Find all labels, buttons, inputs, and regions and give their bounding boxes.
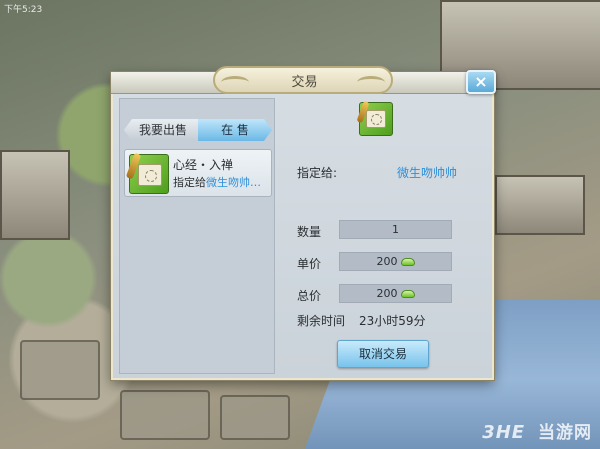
cancel-trade-button[interactable]: 取消交易 [337, 340, 429, 368]
floor-tile [220, 395, 290, 440]
watermark: 3HE 当游网 [482, 418, 592, 443]
unit-price-value: 200 [376, 255, 398, 268]
detail-panel: 指定给: 微生吻帅帅 数量 1 单价 200 总价 200 剩余时间 23小时5… [281, 98, 490, 374]
currency-ingot-icon [400, 258, 415, 266]
scroll-glyph [138, 164, 162, 186]
scroll-glyph [366, 110, 386, 128]
floor-tile [20, 340, 100, 400]
tab-sell[interactable]: 我要出售 [124, 119, 202, 141]
skill-book-icon [125, 152, 169, 194]
target-player: 微生吻帅帅 [397, 166, 458, 180]
target-label: 指定给: [297, 166, 338, 180]
floor-tile [120, 390, 210, 440]
currency-ingot-icon [400, 290, 415, 298]
remaining-time-label: 剩余时间 [297, 314, 346, 328]
status-time: 下午5:23 [4, 5, 43, 15]
trade-dialog: 交易 × 我要出售 在 售 心经・入禅 指定给微生吻帅… 指定给: 微生吻帅帅 … [111, 66, 496, 380]
stone-pedestal [495, 175, 585, 235]
item-target: 指定给微生吻帅… [173, 174, 261, 190]
item-name: 心经・入禅 [173, 158, 234, 172]
tab-on-sale[interactable]: 在 售 [198, 119, 272, 141]
dialog-title: 交易 [291, 75, 318, 90]
watermark-brand: 3HE [482, 422, 526, 443]
tab-bar: 我要出售 在 售 [124, 119, 272, 141]
total-price-value: 200 [376, 287, 398, 300]
quantity-label: 数量 [297, 225, 322, 239]
remaining-time-value: 23小时59分 [359, 314, 426, 328]
unit-price-label: 单价 [297, 257, 322, 271]
skill-book-icon [356, 100, 393, 136]
close-button[interactable]: × [466, 70, 496, 94]
item-target-player: 微生吻帅… [206, 176, 261, 189]
quantity-value: 1 [339, 220, 452, 239]
close-icon: × [474, 72, 488, 91]
listing-item[interactable]: 心经・入禅 指定给微生吻帅… [124, 149, 272, 197]
listing-panel: 我要出售 在 售 心经・入禅 指定给微生吻帅… [119, 98, 275, 374]
total-price-label: 总价 [297, 289, 322, 303]
total-price-box: 200 [339, 284, 452, 303]
item-target-prefix: 指定给 [173, 176, 206, 189]
unit-price-box: 200 [339, 252, 452, 271]
watermark-text: 当游网 [538, 423, 592, 443]
stone-pillar [0, 150, 70, 240]
